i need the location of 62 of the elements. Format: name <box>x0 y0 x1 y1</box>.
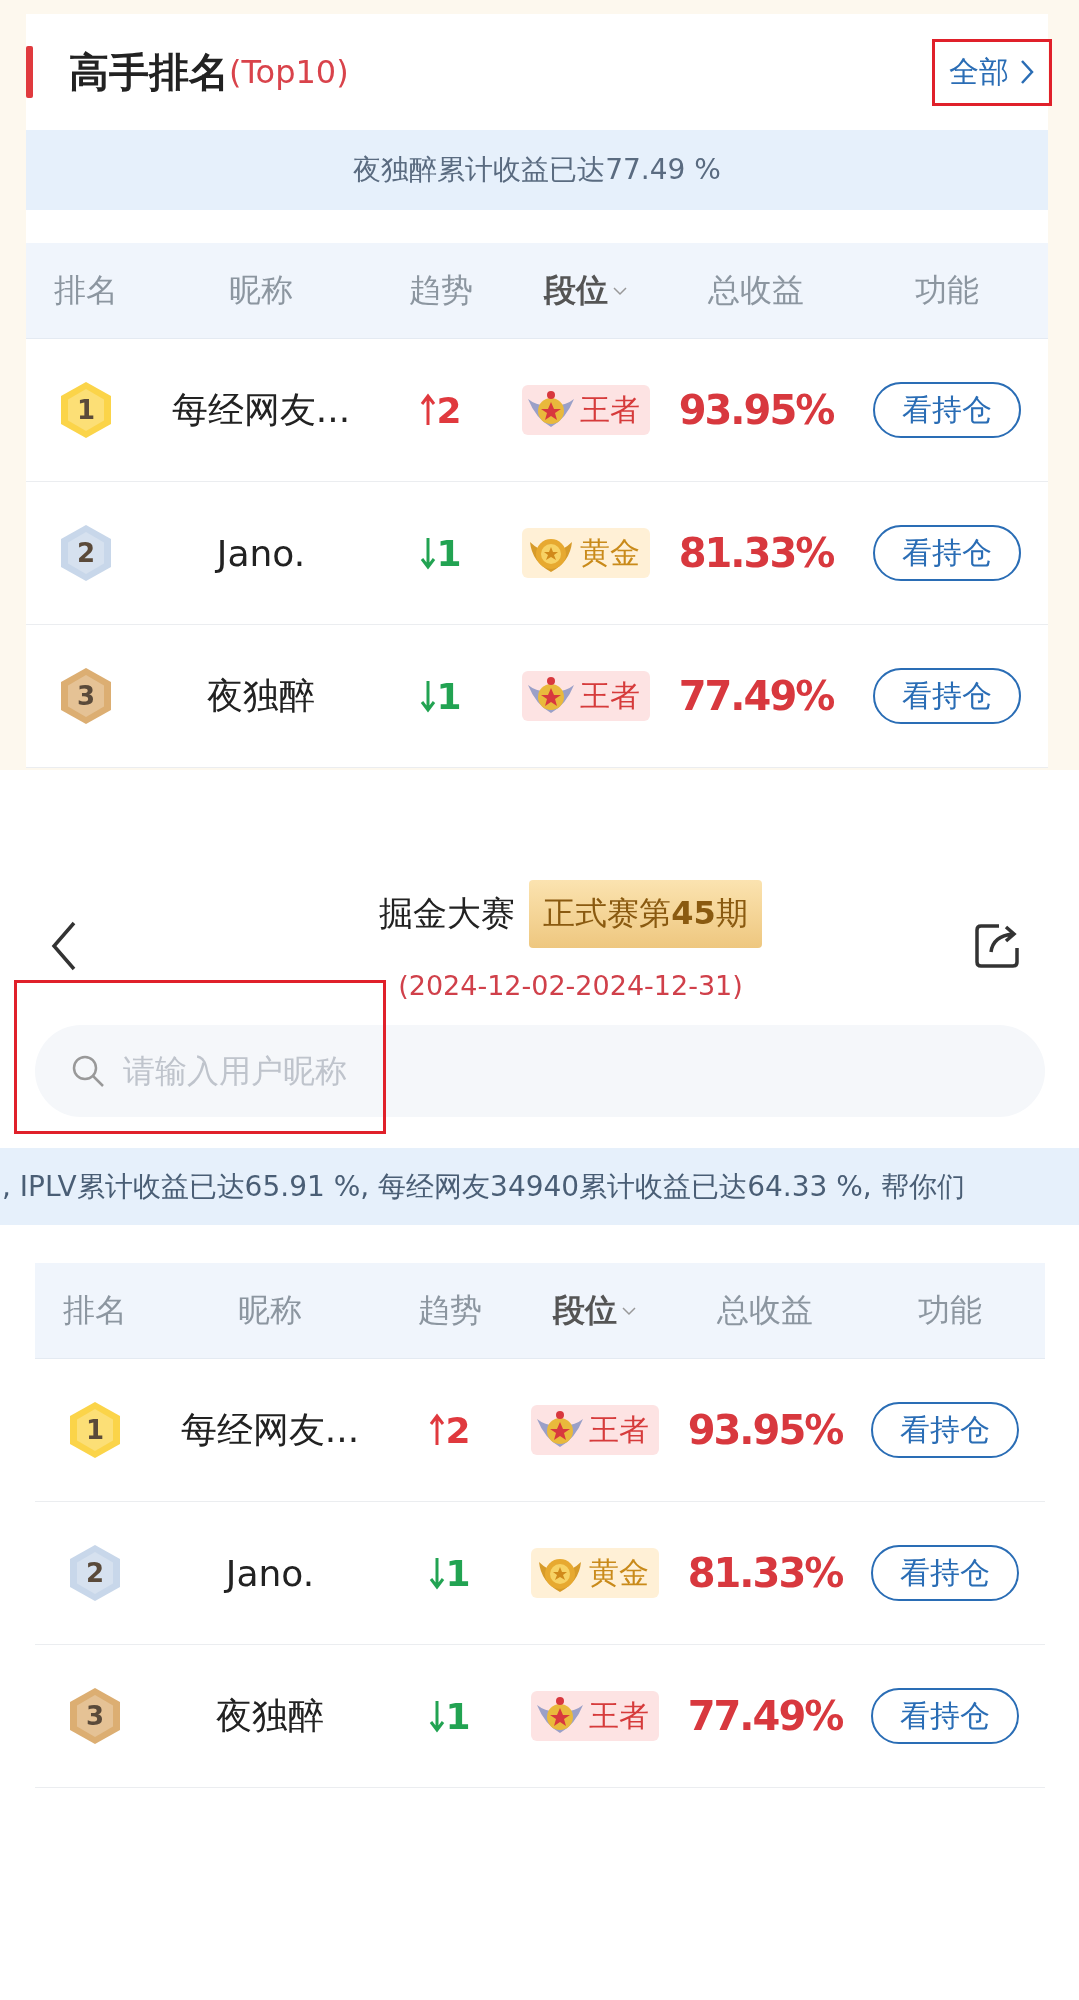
rank-medal: 1 <box>58 380 114 440</box>
view-holdings-button[interactable]: 看持仓 <box>873 382 1021 438</box>
view-holdings-button[interactable]: 看持仓 <box>873 525 1021 581</box>
total-return: 93.95% <box>678 387 834 433</box>
rank-medal: 3 <box>58 666 114 726</box>
rank-change: 1 <box>445 1695 471 1737</box>
rank-medal: 2 <box>58 523 114 583</box>
column-header: 总收益 <box>707 269 805 311</box>
user-nickname: Jano. <box>216 532 306 574</box>
search-icon <box>70 1053 106 1089</box>
tier-badge: 王者 <box>522 671 650 721</box>
title-suffix: (Top10) <box>229 53 349 91</box>
view-holdings-button[interactable]: 看持仓 <box>871 1402 1019 1458</box>
column-header: 昵称 <box>237 1289 303 1331</box>
user-nickname: 每经网友... <box>171 387 351 432</box>
view-holdings-button[interactable]: 看持仓 <box>873 668 1021 724</box>
user-nickname: 夜独醉 <box>207 673 315 718</box>
total-return: 81.33% <box>678 530 834 576</box>
view-holdings-button[interactable]: 看持仓 <box>871 1688 1019 1744</box>
earnings-ticker: , IPLV累计收益已达65.91 %, 每经网友34940累计收益已达64.33 %, 帮你们 <box>2 1168 965 1205</box>
user-nickname: Jano. <box>225 1552 315 1594</box>
total-return: 77.49% <box>678 673 834 719</box>
column-header: 昵称 <box>228 269 294 311</box>
tier-badge: 王者 <box>531 1405 659 1455</box>
tier-badge: 王者 <box>531 1691 659 1741</box>
column-header: 总收益 <box>716 1289 814 1331</box>
rank-medal: 2 <box>67 1543 123 1603</box>
tier-badge: 王者 <box>522 385 650 435</box>
tier-badge: 黄金 <box>531 1548 659 1598</box>
section-title: 高手排名 <box>69 47 229 97</box>
earnings-ticker: 夜独醉累计收益已达77.49 % <box>26 130 1048 210</box>
page-title: 掘金大赛 <box>379 892 516 935</box>
rank-change: 2 <box>445 1409 471 1451</box>
column-filter[interactable]: 段位 <box>506 268 666 313</box>
rank-change: 2 <box>436 389 462 431</box>
period-badge: 正式赛第45期 <box>529 880 762 948</box>
rank-medal: 3 <box>67 1686 123 1746</box>
total-return: 81.33% <box>687 1550 843 1596</box>
column-header: 趋势 <box>408 269 474 311</box>
rank-change: 1 <box>445 1552 471 1594</box>
column-header: 趋势 <box>417 1289 483 1331</box>
user-nickname: 每经网友... <box>180 1407 360 1452</box>
rank-change: 1 <box>436 675 462 717</box>
view-holdings-button[interactable]: 看持仓 <box>871 1545 1019 1601</box>
date-range: (2024-12-02-2024-12-31) <box>398 970 743 1001</box>
column-filter[interactable]: 段位 <box>515 1288 675 1333</box>
tier-badge: 黄金 <box>522 528 650 578</box>
chevron-right-icon <box>1019 58 1035 86</box>
total-return: 77.49% <box>687 1693 843 1739</box>
column-header: 功能 <box>917 1289 983 1331</box>
caret-icon <box>612 285 628 296</box>
back-icon[interactable] <box>50 920 78 972</box>
view-all-link[interactable]: 全部 <box>932 38 1052 106</box>
user-nickname: 夜独醉 <box>216 1693 324 1738</box>
column-header: 功能 <box>914 269 980 311</box>
total-return: 93.95% <box>687 1407 843 1453</box>
accent-bar <box>26 46 33 98</box>
caret-icon <box>621 1305 637 1316</box>
rank-medal: 1 <box>67 1400 123 1460</box>
rank-change: 1 <box>436 532 462 574</box>
column-header: 排名 <box>62 1289 128 1331</box>
column-header: 排名 <box>53 269 119 311</box>
